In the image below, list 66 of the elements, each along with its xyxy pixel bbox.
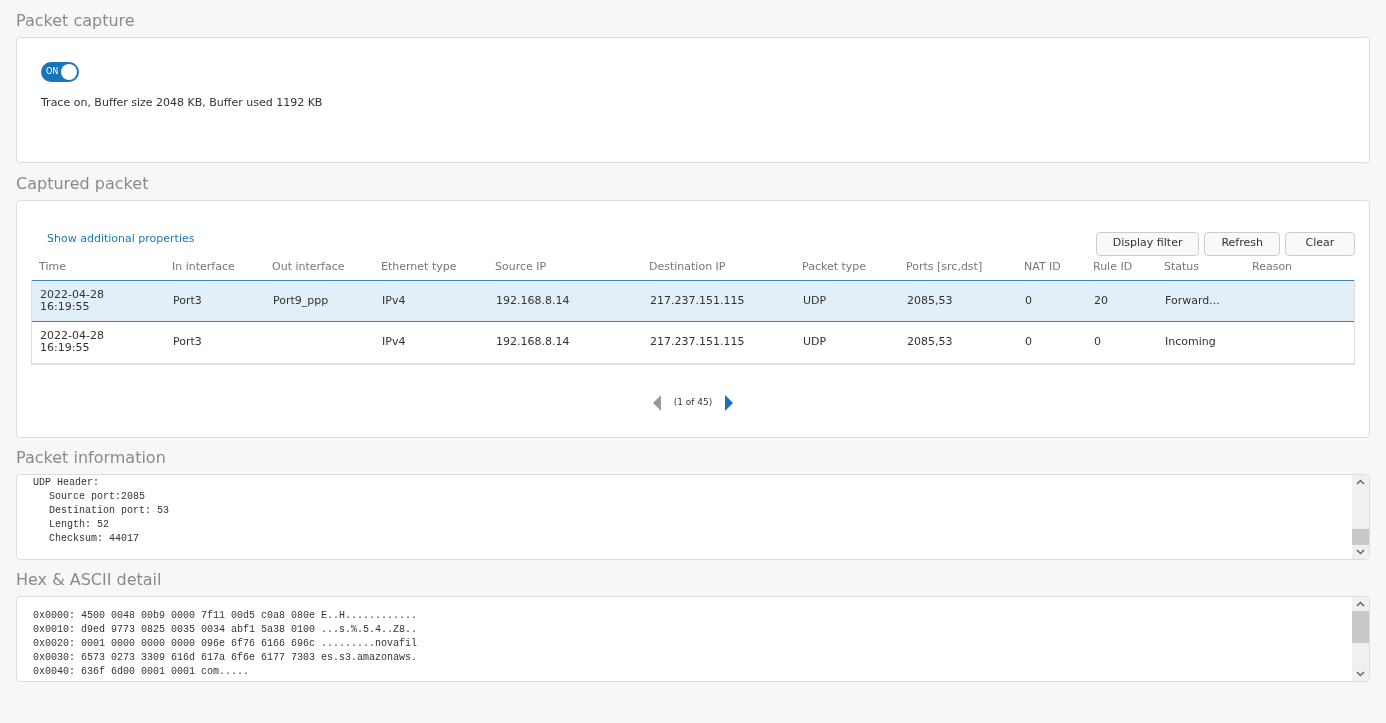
table-row[interactable]: 2022-04-28 16:19:55 Port3 IPv4 192.168.8.14 217.237.151.115 UDP 2085,53 0 0 Incoming xyxy=(32,321,1354,364)
info-line: Destination port: 53 xyxy=(49,504,171,518)
table-cell: 2085,53 xyxy=(907,293,953,307)
table-cell: Port9_ppp xyxy=(273,293,329,307)
column-header[interactable]: Reason xyxy=(1252,260,1293,274)
info-line: Checksum: 44017 xyxy=(49,532,140,546)
toolbar-button[interactable]: Refresh xyxy=(1204,231,1280,256)
show-properties-link[interactable]: Show additional properties xyxy=(47,231,195,248)
scrollbar[interactable] xyxy=(1352,475,1369,559)
info-line: Length: 52 xyxy=(49,518,110,532)
scroll-thumb[interactable] xyxy=(1352,611,1369,643)
info-line: Source port:2085 xyxy=(49,490,146,504)
previous-icon[interactable] xyxy=(651,394,662,411)
toolbar-button[interactable]: Display filter xyxy=(1095,231,1200,256)
table-cell: 217.237.151.115 xyxy=(650,293,745,307)
table-cell: 192.168.8.14 xyxy=(496,293,570,307)
column-header[interactable]: NAT ID xyxy=(1024,260,1061,274)
table-cell: 20 xyxy=(1094,293,1108,307)
scroll-down-icon[interactable] xyxy=(1356,671,1365,677)
column-header[interactable]: Status xyxy=(1164,260,1200,274)
table-cell-text: 2022-04-28 16:19:55 xyxy=(40,288,105,313)
scroll-up-icon[interactable] xyxy=(1356,601,1365,607)
table-cell: 0 xyxy=(1094,335,1101,348)
table-cell: Port3 xyxy=(173,335,202,348)
table-cell: 0 xyxy=(1025,293,1032,307)
table-cell: IPv4 xyxy=(382,293,406,307)
hex-line: 0x0040: 636f 6d00 0001 0001 com..... xyxy=(33,665,251,679)
column-header[interactable]: Ethernet type xyxy=(381,260,457,274)
status-text: Trace on, Buffer size 2048 KB, Buffer used 1192 KB xyxy=(41,95,324,111)
column-header[interactable]: Ports [src,dst] xyxy=(906,260,983,274)
hex-line: 0x0030: 6573 0273 3309 616d 617a 6f6e 6177 7303 es.s3.amazonaws. xyxy=(33,651,419,665)
table-cell: Forward... xyxy=(1165,293,1220,307)
table-cell: UDP xyxy=(803,293,827,307)
scrollbar[interactable] xyxy=(1352,597,1369,681)
column-header[interactable]: Out interface xyxy=(272,260,345,274)
hex-line: 0x0010: d9ed 9773 0825 0035 0034 abf1 5a38 0100 ...s.%.5.4..Z8.. xyxy=(33,623,419,637)
toggle-switch[interactable]: ON xyxy=(41,62,79,82)
column-header[interactable]: Packet type xyxy=(802,260,867,274)
info-line: UDP Header: xyxy=(33,476,100,490)
scroll-thumb[interactable] xyxy=(1352,529,1369,545)
hex-line: 0x0000: 4500 0048 00b9 0000 7f11 00d5 c0a8 080e E..H............ xyxy=(33,609,419,623)
next-icon[interactable] xyxy=(724,394,735,411)
table-row[interactable]: 2022-04-28 16:19:55 Port3 Port9_ppp IPv4 192.168.8.14 217.237.151.115 UDP 2085,53 0 20 Forward... xyxy=(32,279,1354,322)
section-title: Hex & ASCII detail xyxy=(16,569,163,591)
table-cell: 2085,53 xyxy=(907,335,953,348)
section-title: Packet information xyxy=(16,447,167,469)
section-title: Captured packet xyxy=(16,173,150,195)
table-cell: IPv4 xyxy=(382,335,406,348)
column-header[interactable]: Rule ID xyxy=(1093,260,1133,274)
column-header[interactable]: Time xyxy=(39,260,66,274)
column-header[interactable]: Source IP xyxy=(495,260,547,274)
table-cell: Incoming xyxy=(1165,335,1216,348)
table-cell: 0 xyxy=(1025,335,1032,348)
column-header[interactable]: Destination IP xyxy=(649,260,726,274)
hex-line: 0x0020: 0001 0000 0000 0000 096e 6f76 6166 696c .........novafil xyxy=(33,637,419,651)
table-cell: 217.237.151.115 xyxy=(650,335,745,348)
scroll-up-icon[interactable] xyxy=(1356,479,1365,485)
page-indicator: (1 of 45) xyxy=(673,395,713,409)
table-cell-text: 2022-04-28 16:19:55 xyxy=(40,330,105,354)
table-cell: 192.168.8.14 xyxy=(496,335,570,348)
scroll-down-icon[interactable] xyxy=(1356,549,1365,555)
section-title: Packet capture xyxy=(16,10,136,32)
table-cell: UDP xyxy=(803,335,827,348)
column-header[interactable]: In interface xyxy=(172,260,235,274)
table-cell: Port3 xyxy=(173,293,202,307)
toolbar-button[interactable]: Clear xyxy=(1285,231,1355,256)
